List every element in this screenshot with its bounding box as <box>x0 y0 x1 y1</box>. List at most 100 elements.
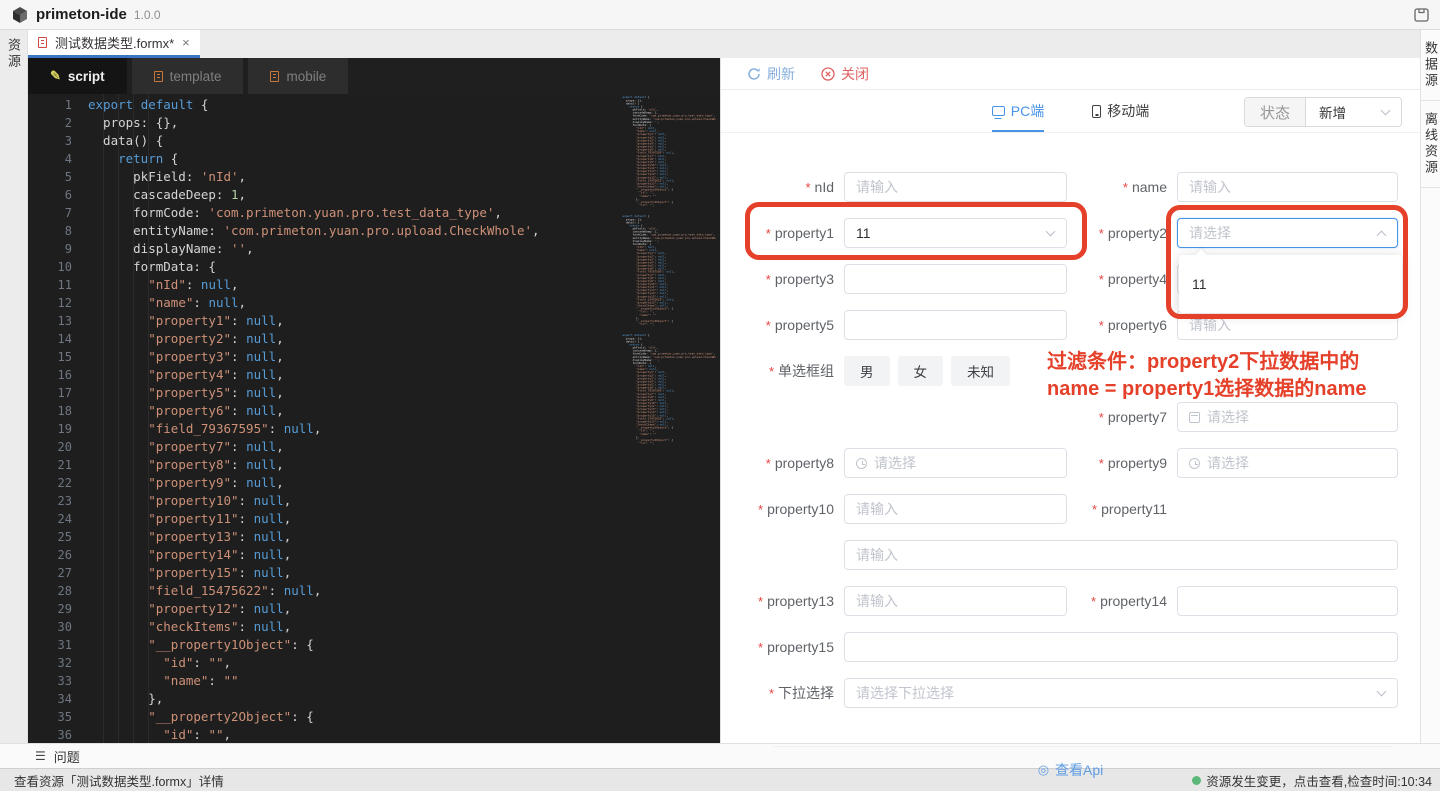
code-text: "id": "", <box>72 726 231 743</box>
minimap[interactable]: export default { props: {}, data() { ret… <box>618 96 716 453</box>
required-asterisk: * <box>766 456 771 471</box>
file-tab-close-icon[interactable]: × <box>182 35 190 50</box>
editor-tab-label: template <box>170 69 222 84</box>
editor-tab-script[interactable]: ✎script <box>28 58 127 94</box>
editor-tab-template[interactable]: template <box>132 58 244 94</box>
line-number: 31 <box>28 636 72 654</box>
field-property9-value: 请选择 <box>1207 453 1249 473</box>
field-property3-input[interactable] <box>844 264 1067 294</box>
field-property7-input[interactable]: 请选择 <box>1177 402 1398 432</box>
rail-item-label: 数据源 <box>1421 41 1440 89</box>
status-value-select[interactable]: 新增 <box>1306 98 1401 126</box>
field-property8-label: *property8 <box>721 455 834 471</box>
field-下拉选择-value: 请选择下拉选择 <box>856 683 954 703</box>
rail-item-label: 离线资源 <box>1421 112 1440 176</box>
field-property5-input[interactable] <box>844 310 1067 340</box>
field-property9-input[interactable]: 请选择 <box>1177 448 1398 478</box>
field-property10-input[interactable]: 请输入 <box>844 494 1067 524</box>
field-nId-value: 请输入 <box>856 177 898 197</box>
rail-item-datasource[interactable]: 数据源 <box>1421 30 1440 101</box>
required-asterisk: * <box>758 594 763 609</box>
code-line: 31 "__property1Object": { <box>28 636 720 654</box>
field-property11-input[interactable]: 请输入 <box>844 540 1398 570</box>
field-nId-label: *nId <box>721 179 834 195</box>
code-text: "property11": null, <box>72 510 291 528</box>
code-editor-panel: ✎scripttemplatemobile 1export default {2… <box>28 58 720 743</box>
radio-option-女[interactable]: 女 <box>898 356 944 386</box>
editor-tab-label: mobile <box>286 69 326 84</box>
form-grid: *nId请输入*name请输入*property111*property2请选择… <box>721 133 1420 708</box>
editor-tab-mobile[interactable]: mobile <box>248 58 348 94</box>
radio-option-未知[interactable]: 未知 <box>951 356 1010 386</box>
field-name-input[interactable]: 请输入 <box>1177 172 1398 202</box>
field-property1-value: 11 <box>856 225 871 241</box>
line-number: 27 <box>28 564 72 582</box>
field-nId-input[interactable]: 请输入 <box>844 172 1067 202</box>
label-text: property4 <box>1108 271 1167 287</box>
line-number: 7 <box>28 204 72 222</box>
field-property15-input[interactable] <box>844 632 1398 662</box>
code-text: entityName: 'com.primeton.yuan.pro.uploa… <box>72 222 540 240</box>
line-number: 15 <box>28 348 72 366</box>
required-asterisk: * <box>766 226 771 241</box>
dropdown-option-11[interactable]: 11 <box>1179 269 1402 299</box>
monitor-icon <box>992 106 1005 116</box>
code-line: 6 cascadeDeep: 1, <box>28 186 720 204</box>
line-number: 23 <box>28 492 72 510</box>
field-property8-input[interactable]: 请选择 <box>844 448 1067 478</box>
device-tab-mobile[interactable]: 移动端 <box>1092 90 1149 132</box>
property2-dropdown[interactable]: 11 <box>1179 255 1402 313</box>
label-text: property5 <box>775 317 834 333</box>
required-asterisk: * <box>1099 272 1104 287</box>
field-property14-input[interactable] <box>1177 586 1398 616</box>
layout-toggle-icon[interactable] <box>1413 7 1430 23</box>
radio-option-男[interactable]: 男 <box>844 356 890 386</box>
center-column: 测试数据类型.formx* × ✎script template mobile 1e… <box>28 30 1420 743</box>
label-text: property10 <box>767 501 834 517</box>
code-text: props: {}, <box>72 114 178 132</box>
view-api-link[interactable]: ◎ 查看Api <box>721 760 1420 780</box>
device-tab-pc[interactable]: PC端 <box>992 90 1044 132</box>
app-name: primeton-ide <box>36 6 127 23</box>
app-logo-icon <box>10 5 30 25</box>
form-body: *nId请输入*name请输入*property111*property2请选择… <box>721 133 1420 780</box>
line-number: 22 <box>28 474 72 492</box>
close-label: 关闭 <box>841 64 869 84</box>
clock-icon <box>856 458 867 469</box>
code-text: cascadeDeep: 1, <box>72 186 246 204</box>
line-number: 34 <box>28 690 72 708</box>
code-area[interactable]: 1export default {2 props: {},3 data() {4… <box>28 94 720 743</box>
field-property1-select[interactable]: 11 <box>844 218 1067 248</box>
view-api-label: 查看Api <box>1055 760 1103 780</box>
field-property2-select[interactable]: 请选择 <box>1177 218 1398 248</box>
title-bar: primeton-ide 1.0.0 <box>0 0 1440 30</box>
field-property11-value: 请输入 <box>856 545 898 565</box>
phone-icon <box>1092 105 1101 118</box>
refresh-button[interactable]: 刷新 <box>747 64 795 84</box>
line-number: 29 <box>28 600 72 618</box>
code-line: 28 "field_15475622": null, <box>28 582 720 600</box>
code-text: "nId": null, <box>72 276 239 294</box>
code-text: "id": "", <box>72 654 231 672</box>
label-text: property13 <box>767 593 834 609</box>
status-select-group[interactable]: 状态 新增 <box>1244 97 1402 127</box>
list-icon: ☰ <box>35 749 46 763</box>
chevron-down-icon <box>1381 106 1391 116</box>
field-property13-input[interactable]: 请输入 <box>844 586 1067 616</box>
close-preview-button[interactable]: 关闭 <box>821 64 869 84</box>
minimap-chunk: export default { props: {}, data() { ret… <box>618 215 716 327</box>
label-text: property2 <box>1108 225 1167 241</box>
problems-label: 问题 <box>54 747 80 766</box>
rail-item-offline-resources[interactable]: 离线资源 <box>1421 101 1440 188</box>
field-property6-input[interactable]: 请输入 <box>1177 310 1398 340</box>
label-text: property3 <box>775 271 834 287</box>
sidebar-rail-resources[interactable]: 资源 <box>0 30 28 743</box>
device-tabs: PC端 移动端 <box>992 90 1149 132</box>
line-number: 30 <box>28 618 72 636</box>
file-tab-active[interactable]: 测试数据类型.formx* × <box>28 30 200 58</box>
field-下拉选择-select[interactable]: 请选择下拉选择 <box>844 678 1398 708</box>
code-line: 1export default { <box>28 96 720 114</box>
code-line: 35 "__property2Object": { <box>28 708 720 726</box>
code-line: "id": "", <box>618 323 716 326</box>
code-text: "__property1Object": { <box>72 636 314 654</box>
